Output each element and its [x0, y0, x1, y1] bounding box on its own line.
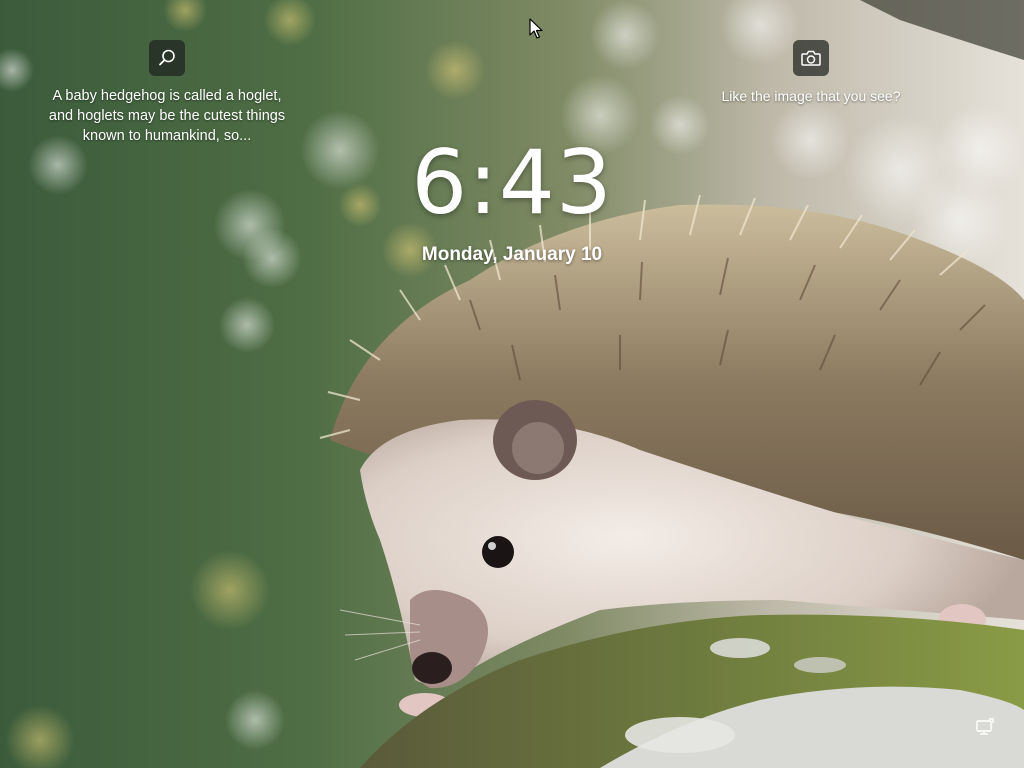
network-icon[interactable] — [974, 716, 996, 738]
lockscreen-time: 6:43 — [411, 131, 613, 234]
mouse-cursor-icon — [529, 18, 543, 39]
spotlight-like-text[interactable]: Like the image that you see? — [710, 86, 912, 106]
camera-icon — [801, 50, 821, 66]
spotlight-fact: A baby hedgehog is called a hoglet, and … — [30, 40, 304, 146]
search-icon — [159, 49, 175, 66]
spotlight-fact-line: and hoglets may be the cutest things — [48, 108, 286, 124]
spotlight-fact-line: known to humankind, so... — [82, 128, 252, 144]
spotlight-like: Like the image that you see? — [710, 40, 912, 106]
spotlight-camera-button[interactable] — [793, 40, 829, 76]
lockscreen-date: Monday, January 10 — [421, 244, 603, 265]
spotlight-search-button[interactable] — [149, 40, 185, 76]
spotlight-fact-line: A baby hedgehog is called a hoglet, — [52, 88, 282, 104]
spotlight-fact-text[interactable]: A baby hedgehog is called a hoglet, and … — [30, 86, 304, 146]
